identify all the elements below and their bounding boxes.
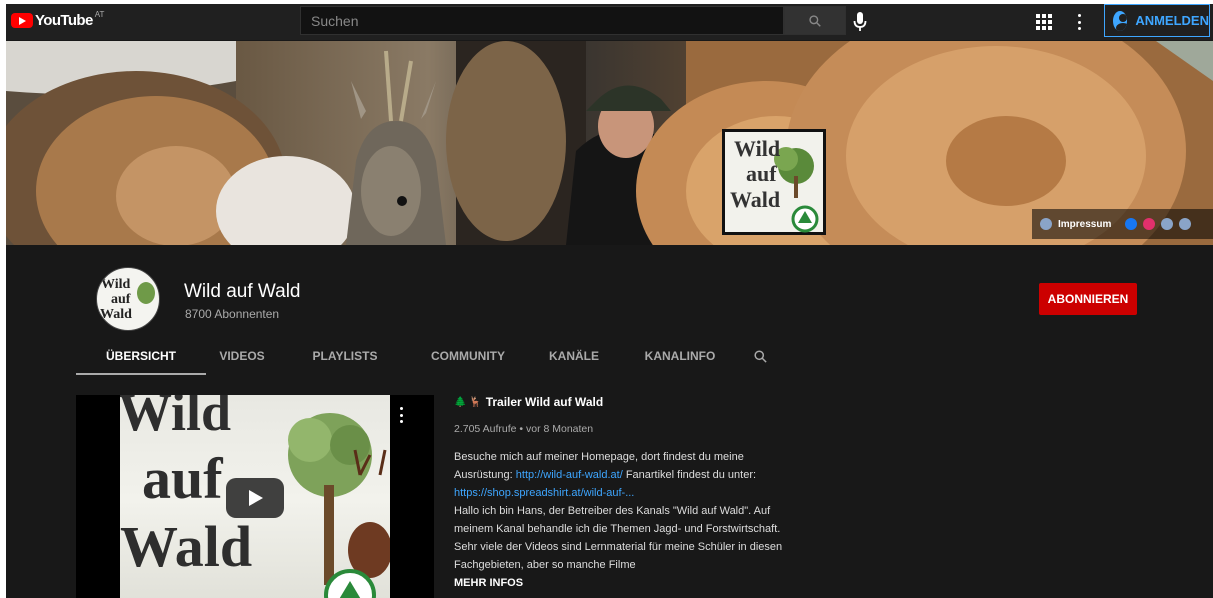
tree-icon [137, 282, 155, 304]
video-description: Besuche mich auf meiner Homepage, dort f… [454, 448, 799, 574]
video-title-link[interactable]: 🌲 🦌 Trailer Wild auf Wald [454, 395, 799, 409]
banner-logo-line: Wald [730, 187, 780, 212]
subscribe-button[interactable]: ABONNIEREN [1039, 283, 1137, 315]
tab-playlists[interactable]: PLAYLISTS [278, 337, 412, 375]
avatar-text-line: Wald [100, 307, 132, 322]
video-player[interactable]: Wild auf Wald [76, 395, 434, 598]
signin-label: ANMELDEN [1135, 13, 1209, 28]
desc-text: Hallo ich bin Hans, der Betreiber des Ka… [454, 505, 783, 571]
apps-grid-icon[interactable] [1034, 12, 1052, 30]
play-button[interactable] [226, 478, 284, 518]
avatar-text-line: auf [111, 292, 131, 307]
region-code: AT [94, 10, 105, 19]
globe-icon[interactable] [1161, 218, 1174, 230]
banner-links: Impressum [1032, 209, 1213, 239]
channel-tabs: ÜBERSICHT VIDEOS PLAYLISTS COMMUNITY KAN… [76, 337, 770, 375]
search-icon [753, 349, 767, 363]
desc-text: Fanartikel findest du unter: [622, 469, 757, 481]
instagram-icon[interactable] [1143, 218, 1156, 230]
tree-deer-emoji: 🌲 🦌 [454, 396, 482, 408]
impressum-link[interactable]: Impressum [1058, 219, 1111, 230]
masthead: YouTube AT ANMELDEN [6, 4, 1213, 40]
voice-search-button[interactable] [848, 10, 872, 34]
banner-logo-line: auf [746, 161, 777, 186]
tab-kanaele[interactable]: KANÄLE [524, 337, 624, 375]
tab-community[interactable]: COMMUNITY [412, 337, 524, 375]
channel-search-button[interactable] [750, 346, 770, 366]
video-meta: 2.705 Aufrufe • vor 8 Monaten [454, 423, 594, 435]
channel-header: Wild auf Wald Wild auf Wald 8700 Abonnen… [6, 245, 1213, 377]
more-info-button[interactable]: MEHR INFOS [454, 577, 799, 589]
thumb-word: Wild [120, 395, 232, 442]
youtube-channel-page: YouTube AT ANMELDEN [6, 4, 1213, 598]
thumb-word: auf [142, 446, 223, 511]
video-menu-icon[interactable] [398, 407, 404, 423]
search-icon [809, 14, 821, 27]
channel-content: Wild auf Wald 🌲 🦌 Trailer Wild auf Wald … [6, 378, 1213, 598]
youtube-play-icon [11, 13, 33, 28]
search-box[interactable] [300, 6, 784, 35]
youtube-logo[interactable]: YouTube AT [11, 10, 105, 29]
signin-button[interactable]: ANMELDEN [1104, 4, 1210, 37]
microphone-icon [853, 12, 867, 31]
subscriber-count: 8700 Abonnenten [185, 307, 280, 321]
homepage-link[interactable]: http://wild-auf-wald.at/ [516, 469, 623, 481]
channel-avatar[interactable]: Wild auf Wald [96, 267, 160, 331]
tab-uebersicht[interactable]: ÜBERSICHT [76, 337, 206, 375]
facebook-icon[interactable] [1125, 218, 1138, 230]
featured-video-info: 🌲 🦌 Trailer Wild auf Wald 2.705 Aufrufe … [454, 395, 799, 589]
tab-kanalinfo[interactable]: KANALINFO [624, 337, 736, 375]
shop-link[interactable]: https://shop.spreadshirt.at/wild-auf-... [454, 487, 634, 499]
channel-banner: Wild auf Wald Impressum [6, 41, 1213, 245]
logo-text: YouTube [35, 12, 93, 29]
settings-menu-icon[interactable] [1072, 13, 1086, 31]
tab-videos[interactable]: VIDEOS [206, 337, 278, 375]
globe-icon[interactable] [1040, 218, 1052, 230]
thumb-word: Wald [120, 514, 253, 579]
avatar-text-line: Wild [101, 277, 131, 292]
channel-name: Wild auf Wald [184, 281, 301, 302]
account-icon [1113, 10, 1128, 31]
search-button[interactable] [784, 6, 846, 35]
search-input[interactable] [311, 12, 783, 29]
video-title: Trailer Wild auf Wald [485, 395, 604, 409]
banner-logo-line: Wild [734, 136, 780, 161]
globe-icon[interactable] [1179, 218, 1192, 230]
